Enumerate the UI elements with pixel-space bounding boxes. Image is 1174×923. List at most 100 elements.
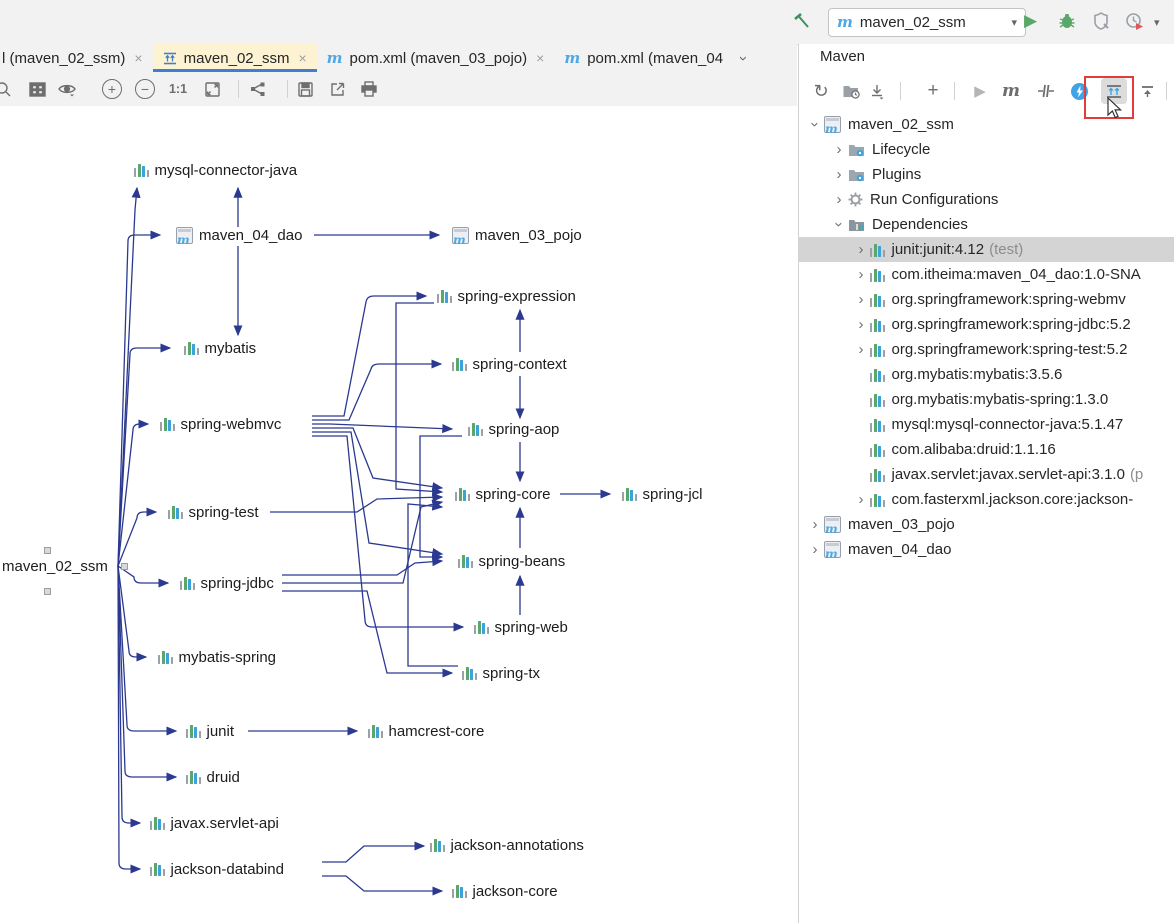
run-button[interactable]: ▶ xyxy=(1024,11,1037,31)
node-jackson-core[interactable]: jackson-core xyxy=(452,881,558,901)
tree-item-junit[interactable]: › junit:junit:4.12 (test) xyxy=(798,237,1174,262)
maven-module-icon: m xyxy=(824,541,841,561)
node-spring-test[interactable]: spring-test xyxy=(168,502,259,522)
node-spring-core[interactable]: spring-core xyxy=(455,484,551,504)
chevron-right-icon[interactable]: › xyxy=(806,541,824,558)
diagram-tab-icon xyxy=(163,52,177,65)
tree-item-mysql-connector-dep[interactable]: mysql:mysql-connector-java:5.1.47 xyxy=(798,412,1174,437)
node-maven-03-pojo[interactable]: m maven_03_pojo xyxy=(452,225,582,247)
node-mybatis-spring[interactable]: mybatis-spring xyxy=(158,647,276,667)
tree-item-servlet-api-dep[interactable]: javax.servlet:javax.servlet-api:3.1.0 (p xyxy=(798,462,1174,487)
node-mysql-connector-java[interactable]: mysql-connector-java xyxy=(134,160,297,180)
run-maven-build-icon[interactable]: ▶ xyxy=(967,78,993,104)
chevron-down-icon[interactable]: › xyxy=(807,116,824,134)
tree-item-mybatis-spring-dep[interactable]: org.mybatis:mybatis-spring:1.3.0 xyxy=(798,387,1174,412)
skip-tests-icon[interactable] xyxy=(1033,78,1059,104)
tab-pom-maven-03-pojo[interactable]: m pom.xml (maven_03_pojo) × xyxy=(317,44,555,72)
node-spring-expression[interactable]: spring-expression xyxy=(437,286,576,306)
show-edge-labels-icon[interactable] xyxy=(244,76,270,102)
collapse-all-icon[interactable] xyxy=(1134,78,1160,104)
tab-pom-maven-04[interactable]: m pom.xml (maven_04 xyxy=(554,44,733,72)
debug-button[interactable] xyxy=(1057,11,1077,36)
profiler-button[interactable] xyxy=(1124,11,1145,37)
tree-item-druid-dep[interactable]: com.alibaba:druid:1.1.16 xyxy=(798,437,1174,462)
chevron-right-icon[interactable]: › xyxy=(830,191,848,208)
node-jackson-databind[interactable]: jackson-databind xyxy=(150,859,284,879)
chevron-right-icon[interactable]: › xyxy=(852,291,870,308)
tree-item-label: Run Configurations xyxy=(870,191,999,208)
tab-label: maven_02_ssm xyxy=(183,49,290,67)
node-spring-aop[interactable]: spring-aop xyxy=(468,419,559,439)
tree-item-run-configurations[interactable]: › Run Configurations xyxy=(798,187,1174,212)
tree-item-spring-test-dep[interactable]: › org.springframework:spring-test:5.2 xyxy=(798,337,1174,362)
node-spring-jcl[interactable]: spring-jcl xyxy=(622,484,703,504)
view-settings-eye-icon[interactable] xyxy=(54,76,80,102)
node-mybatis[interactable]: mybatis xyxy=(184,338,256,358)
node-hamcrest-core[interactable]: hamcrest-core xyxy=(368,721,484,741)
tree-item-maven-04-dao[interactable]: › m maven_04_dao xyxy=(798,537,1174,562)
zoom-in-icon[interactable]: + xyxy=(99,76,125,102)
close-icon[interactable]: × xyxy=(298,50,306,66)
find-icon[interactable] xyxy=(0,76,16,102)
chevron-right-icon[interactable]: › xyxy=(830,141,848,158)
node-javax-servlet-api[interactable]: javax.servlet-api xyxy=(150,813,279,833)
tree-item-maven-04-dao-dep[interactable]: › com.itheima:maven_04_dao:1.0-SNA xyxy=(798,262,1174,287)
node-spring-context[interactable]: spring-context xyxy=(452,354,567,374)
selection-handle[interactable] xyxy=(44,547,51,554)
tab-diagram-maven-02-ssm[interactable]: maven_02_ssm × xyxy=(152,44,317,72)
tab-overflow-chevron-icon[interactable]: › xyxy=(735,56,752,61)
node-maven-02-ssm[interactable]: maven_02_ssm xyxy=(2,556,108,576)
node-spring-webmvc[interactable]: spring-webmvc xyxy=(160,414,281,434)
node-junit[interactable]: junit xyxy=(186,721,234,741)
chevron-down-icon[interactable]: ▾ xyxy=(1154,16,1160,29)
chevron-right-icon[interactable]: › xyxy=(830,166,848,183)
close-icon[interactable]: × xyxy=(134,50,142,66)
node-druid[interactable]: druid xyxy=(186,767,240,787)
chevron-right-icon[interactable]: › xyxy=(852,491,870,508)
library-icon xyxy=(134,163,149,177)
generate-sources-folder-icon[interactable] xyxy=(838,78,864,104)
chevron-right-icon[interactable]: › xyxy=(852,316,870,333)
save-icon[interactable] xyxy=(292,76,318,102)
tree-item-spring-webmvc-dep[interactable]: › org.springframework:spring-webmv xyxy=(798,287,1174,312)
chevron-down-icon[interactable]: › xyxy=(831,216,848,234)
tree-item-spring-jdbc-dep[interactable]: › org.springframework:spring-jdbc:5.2 xyxy=(798,312,1174,337)
tree-item-mybatis-dep[interactable]: org.mybatis:mybatis:3.5.6 xyxy=(798,362,1174,387)
fit-content-icon[interactable] xyxy=(199,76,225,102)
tree-item-label: Lifecycle xyxy=(872,141,931,158)
node-jackson-annotations[interactable]: jackson-annotations xyxy=(430,835,584,855)
selection-handle[interactable] xyxy=(121,563,128,570)
run-configuration-select[interactable]: m maven_02_ssm ▾ xyxy=(828,8,1026,37)
tree-item-maven-03-pojo[interactable]: › m maven_03_pojo xyxy=(798,512,1174,537)
tree-item-plugins[interactable]: › Plugins xyxy=(798,162,1174,187)
node-spring-tx[interactable]: spring-tx xyxy=(462,663,540,683)
export-icon[interactable] xyxy=(324,76,350,102)
reimport-refresh-icon[interactable]: ↻ xyxy=(808,78,834,104)
zoom-out-icon[interactable]: − xyxy=(132,76,158,102)
chevron-right-icon[interactable]: › xyxy=(852,241,870,258)
chevron-right-icon[interactable]: › xyxy=(852,341,870,358)
node-spring-beans[interactable]: spring-beans xyxy=(458,551,565,571)
library-icon xyxy=(184,341,199,355)
tree-item-lifecycle[interactable]: › Lifecycle xyxy=(798,137,1174,162)
grid-snap-icon[interactable] xyxy=(24,76,50,102)
node-spring-web[interactable]: spring-web xyxy=(474,617,568,637)
close-icon[interactable]: × xyxy=(536,50,544,66)
execute-maven-goal-icon[interactable]: m xyxy=(998,78,1024,104)
add-run-configuration-icon[interactable]: + xyxy=(920,78,946,104)
chevron-right-icon[interactable]: › xyxy=(806,516,824,533)
dependency-diagram-canvas[interactable] xyxy=(0,106,797,923)
node-maven-04-dao[interactable]: m maven_04_dao xyxy=(176,225,302,247)
download-sources-icon[interactable] xyxy=(864,78,890,104)
tab-pom-maven-02-ssm[interactable]: l (maven_02_ssm) × xyxy=(0,44,153,72)
chevron-right-icon[interactable]: › xyxy=(852,266,870,283)
actual-size-icon[interactable]: 1:1 xyxy=(165,76,191,102)
tree-item-jackson-dep[interactable]: › com.fasterxml.jackson.core:jackson- xyxy=(798,487,1174,512)
maven-panel-title: Maven xyxy=(820,48,866,65)
node-spring-jdbc[interactable]: spring-jdbc xyxy=(180,573,274,593)
print-icon[interactable] xyxy=(356,76,382,102)
tree-item-dependencies[interactable]: › Dependencies xyxy=(798,212,1174,237)
coverage-button[interactable] xyxy=(1091,11,1111,36)
selection-handle[interactable] xyxy=(44,588,51,595)
build-hammer-icon[interactable] xyxy=(790,11,812,38)
